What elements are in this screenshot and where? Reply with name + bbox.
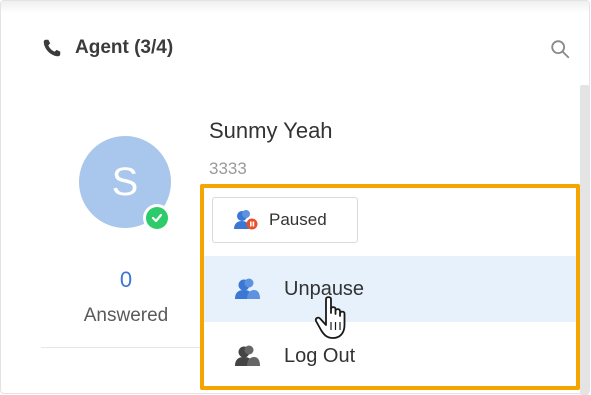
- search-icon[interactable]: [549, 38, 571, 60]
- panel-header: Agent (3/4): [41, 37, 173, 59]
- avatar-initial: S: [111, 159, 139, 204]
- panel-title: Agent (3/4): [75, 37, 174, 58]
- phone-icon: [43, 39, 61, 57]
- answered-count: 0: [119, 267, 133, 292]
- agent-name: Sunmy Yeah: [209, 118, 333, 143]
- agent-extension: 3333: [209, 159, 247, 178]
- panel-top-shadow: [1, 1, 589, 13]
- panel-scrollbar[interactable]: [580, 85, 589, 395]
- answered-label: Answered: [83, 305, 169, 326]
- agent-panel: Agent (3/4) S Sunmy Yeah 3333 0 Answered…: [0, 0, 590, 395]
- highlight-box: [200, 184, 580, 390]
- online-status-badge: [143, 204, 171, 232]
- hand-cursor-icon: [314, 296, 346, 339]
- divider: [41, 347, 201, 348]
- check-icon: [146, 207, 168, 229]
